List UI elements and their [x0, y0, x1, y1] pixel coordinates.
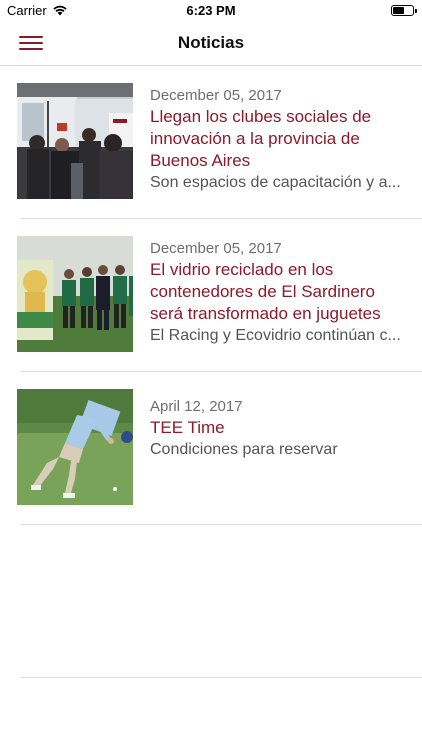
- news-headline[interactable]: El vidrio reciclado en los contenedores …: [150, 259, 410, 325]
- news-headline[interactable]: TEE Time: [150, 417, 410, 439]
- news-list: December 05, 2017 Llegan los clubes soci…: [0, 66, 422, 678]
- news-item[interactable]: December 05, 2017 El vidrio reciclado en…: [0, 219, 422, 372]
- news-thumbnail: [17, 83, 133, 199]
- news-text: December 05, 2017 Llegan los clubes soci…: [150, 86, 410, 193]
- news-date: April 12, 2017: [150, 398, 243, 415]
- news-date: December 05, 2017: [150, 240, 282, 257]
- news-item[interactable]: April 12, 2017 TEE Time Condiciones para…: [0, 372, 422, 525]
- navigation-bar: Noticias: [0, 22, 422, 66]
- empty-row: [0, 525, 422, 678]
- page-title: Noticias: [177, 33, 245, 52]
- news-summary: Condiciones para reservar: [150, 441, 338, 458]
- news-thumbnail: [17, 389, 133, 505]
- status-bar: Carrier 6:23 PM: [0, 0, 422, 22]
- news-text: December 05, 2017 El vidrio reciclado en…: [150, 239, 410, 346]
- clock: 6:23 PM: [186, 3, 236, 18]
- news-item[interactable]: December 05, 2017 Llegan los clubes soci…: [0, 66, 422, 219]
- news-summary: Son espacios de capacitación y a...: [150, 174, 401, 191]
- news-date: December 05, 2017: [150, 87, 282, 104]
- news-headline[interactable]: Llegan los clubes sociales de innovación…: [150, 106, 410, 172]
- news-summary: El Racing y Ecovidrio continúan c...: [150, 327, 401, 344]
- battery-icon: [391, 5, 417, 16]
- news-thumbnail: [17, 236, 133, 352]
- news-text: April 12, 2017 TEE Time Condiciones para…: [150, 397, 410, 460]
- divider: [20, 677, 422, 678]
